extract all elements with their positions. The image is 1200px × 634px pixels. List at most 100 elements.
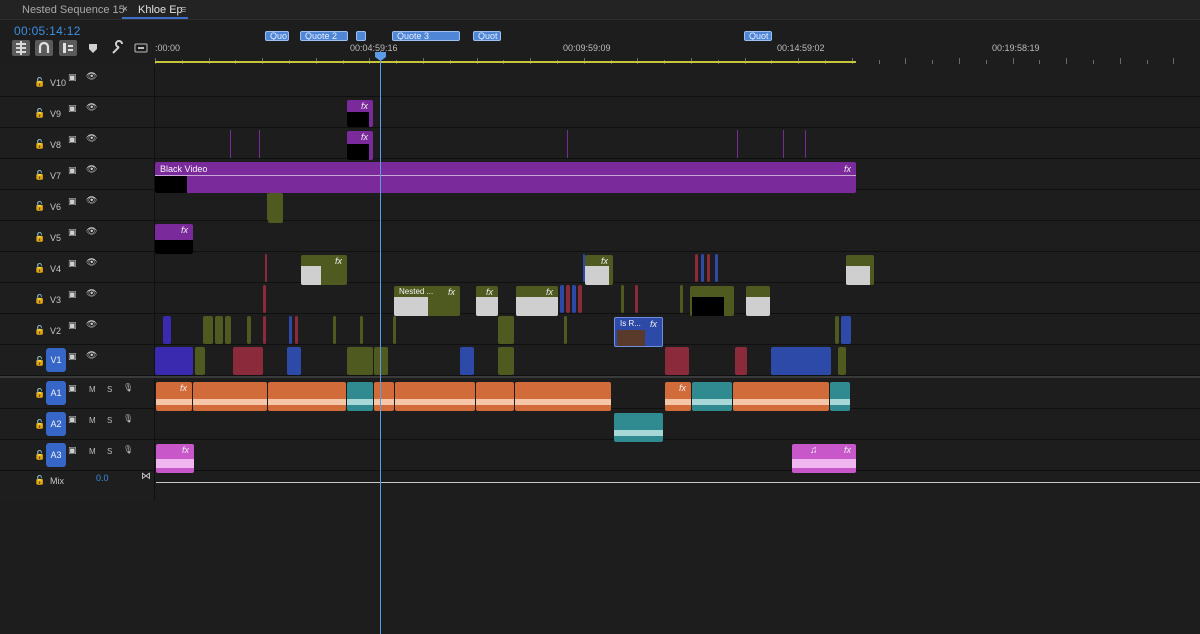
voice-over-record-icon[interactable]: 🎙 [123, 383, 133, 392]
clip-segment[interactable] [263, 285, 266, 313]
playhead-line[interactable] [380, 51, 381, 634]
toggle-output-eye-icon[interactable]: 👁 [86, 226, 97, 237]
clip-segment[interactable] [393, 316, 396, 344]
mix-value[interactable]: 0.0 [96, 473, 109, 483]
mute-button[interactable]: M [89, 416, 96, 425]
track-target-a2[interactable]: A2 [46, 412, 66, 436]
clip-black-video[interactable]: Black Video fx [155, 162, 856, 193]
work-area-bar[interactable] [155, 61, 856, 63]
add-marker-icon[interactable] [84, 40, 102, 56]
sync-lock-icon[interactable]: ▣ [68, 72, 77, 83]
clip-segment[interactable] [203, 316, 213, 344]
lock-icon[interactable]: 🔓 [34, 263, 45, 274]
playhead-timecode[interactable]: 00:05:14:12 [14, 24, 81, 38]
lock-icon[interactable]: 🔓 [34, 139, 45, 150]
clip-segment[interactable] [247, 316, 251, 344]
sync-lock-icon[interactable]: ▣ [68, 134, 77, 145]
clip-segment[interactable] [665, 347, 689, 375]
lock-icon[interactable]: 🔓 [34, 77, 45, 88]
lock-icon[interactable]: 🔓 [34, 108, 45, 119]
track-header-v6[interactable]: 🔓 V6 ▣ 👁 [0, 190, 155, 220]
clip-v3-b[interactable]: fx [476, 286, 498, 316]
audio-clip-a3-music[interactable]: ♫ fx [792, 444, 856, 473]
clip-segment[interactable] [374, 347, 388, 375]
timeline-settings-icon[interactable] [109, 40, 127, 56]
toggle-output-eye-icon[interactable]: 👁 [86, 164, 97, 175]
clip-nested[interactable]: Nested ... fx [394, 286, 460, 316]
lock-icon[interactable]: 🔓 [34, 170, 45, 181]
clip-v9[interactable]: fx [347, 100, 373, 127]
lock-icon[interactable]: 🔓 [34, 419, 45, 430]
lock-icon[interactable]: 🔓 [34, 232, 45, 243]
mix-header[interactable]: 🔓 Mix 0.0 ⋈ [0, 471, 155, 501]
mute-button[interactable]: M [89, 447, 96, 456]
clip-segment[interactable] [695, 254, 698, 282]
clip-segment[interactable] [360, 316, 363, 344]
linked-selection-icon[interactable] [59, 40, 77, 56]
audio-clip-a1[interactable]: fx [665, 382, 691, 411]
close-icon[interactable]: × [122, 0, 128, 20]
clip-segment[interactable] [715, 254, 718, 282]
clip-segment[interactable] [564, 316, 567, 344]
sync-lock-icon[interactable]: ▣ [68, 383, 77, 394]
clip-segment[interactable] [838, 347, 846, 375]
clip-segment[interactable] [163, 316, 171, 344]
clip-segment[interactable] [578, 285, 582, 313]
timeline-lanes[interactable]: fx fx Black Video fx fx fx fx Nested ...… [155, 66, 1200, 506]
clip-v3-d[interactable] [690, 286, 734, 316]
sync-lock-icon[interactable]: ▣ [68, 103, 77, 114]
clip-segment[interactable] [215, 316, 223, 344]
clip-segment[interactable] [498, 316, 514, 344]
clip-segment[interactable] [195, 347, 205, 375]
track-target-a1[interactable]: A1 [46, 381, 66, 405]
sync-lock-icon[interactable]: ▣ [68, 414, 77, 425]
mix-level-line[interactable] [156, 482, 1200, 483]
solo-button[interactable]: S [107, 385, 112, 394]
marker-quote[interactable]: Quo [265, 31, 289, 41]
audio-clip-a1[interactable] [733, 382, 829, 411]
solo-button[interactable]: S [107, 447, 112, 456]
track-header-v5[interactable]: 🔓 V5 ▣ 👁 [0, 221, 155, 251]
audio-clip-a1[interactable]: fx [156, 382, 192, 411]
clip-v8[interactable]: fx [347, 131, 373, 160]
lock-icon[interactable]: 🔓 [34, 356, 45, 367]
track-target-v1[interactable]: V1 [46, 348, 66, 372]
track-header-v1[interactable]: 🔓 V1 ▣ 👁 [0, 345, 155, 375]
sync-lock-icon[interactable]: ▣ [68, 351, 77, 362]
toggle-output-eye-icon[interactable]: 👁 [86, 257, 97, 268]
audio-clip-a1-teal[interactable] [347, 382, 373, 411]
track-header-v2[interactable]: 🔓 V2 ▣ 👁 [0, 314, 155, 344]
sync-lock-icon[interactable]: ▣ [68, 320, 77, 331]
track-header-a3[interactable]: 🔓 A3 ▣ M S 🎙 [0, 440, 155, 470]
toggle-output-eye-icon[interactable]: 👁 [86, 195, 97, 206]
sync-lock-icon[interactable]: ▣ [68, 258, 77, 269]
clip-v3-e[interactable] [746, 286, 770, 316]
toggle-output-eye-icon[interactable]: 👁 [86, 319, 97, 330]
solo-button[interactable]: S [107, 416, 112, 425]
track-header-a2[interactable]: 🔓 A2 ▣ M S 🎙 [0, 409, 155, 439]
track-header-v4[interactable]: 🔓 V4 ▣ 👁 [0, 252, 155, 282]
toggle-output-eye-icon[interactable]: 👁 [86, 350, 97, 361]
clip-v6[interactable] [268, 193, 283, 223]
track-header-v8[interactable]: 🔓 V8 ▣ 👁 [0, 128, 155, 158]
sync-lock-icon[interactable]: ▣ [68, 196, 77, 207]
sync-lock-icon[interactable]: ▣ [68, 445, 77, 456]
voice-over-record-icon[interactable]: 🎙 [123, 445, 133, 454]
marker-quote-3[interactable]: Quote 3 [392, 31, 460, 41]
clip-segment[interactable] [835, 316, 839, 344]
audio-clip-a1[interactable] [193, 382, 267, 411]
clip-segment[interactable] [295, 316, 298, 344]
clip-segment[interactable] [566, 285, 570, 313]
clip-is-r[interactable]: Is R... fx [614, 317, 663, 347]
audio-clip-a3[interactable]: fx [156, 444, 194, 473]
marker-quot-2[interactable]: Quot [744, 31, 772, 41]
clip-segment[interactable] [735, 347, 747, 375]
track-header-v9[interactable]: 🔓 V9 ▣ 👁 [0, 97, 155, 127]
clip-segment[interactable] [783, 130, 784, 158]
lock-icon[interactable]: 🔓 [34, 475, 45, 486]
clip-segment[interactable] [805, 130, 806, 158]
clip-v4-b[interactable]: fx [585, 255, 613, 285]
bowtie-icon[interactable]: ⋈ [141, 471, 151, 482]
clip-v3-c[interactable]: fx [516, 286, 558, 316]
snap-icon[interactable] [35, 40, 53, 56]
